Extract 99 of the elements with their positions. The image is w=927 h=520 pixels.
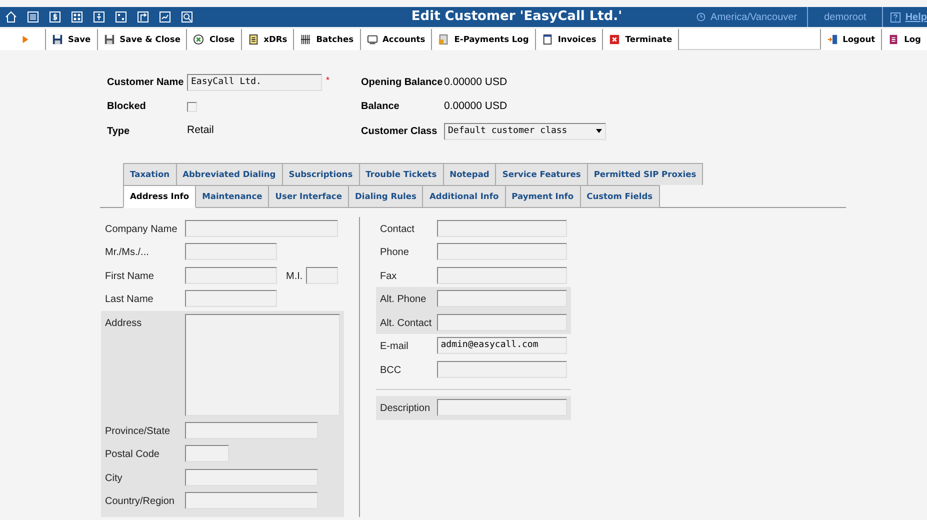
input-field[interactable]: [185, 445, 229, 462]
field-label: Company Name: [105, 222, 178, 237]
input-field[interactable]: [185, 266, 277, 284]
close-icon: [193, 34, 204, 45]
dollar-icon[interactable]: [49, 11, 61, 23]
tab[interactable]: Abbreviated Dialing: [176, 162, 283, 185]
tab[interactable]: Service Features: [496, 162, 588, 185]
input-field[interactable]: [185, 290, 277, 308]
tab[interactable]: Notepad: [444, 162, 496, 185]
field-label: M.I.: [286, 270, 303, 284]
field-label: BCC: [380, 364, 402, 378]
toolbar-button[interactable]: E-Payments Log: [432, 29, 536, 50]
tab[interactable]: Taxation: [123, 162, 177, 185]
input-field[interactable]: [185, 243, 277, 260]
customer-name-field[interactable]: EasyCall Ltd.: [187, 74, 322, 91]
document-icon: [248, 34, 259, 45]
tab[interactable]: Additional Info: [423, 184, 506, 208]
field-label: Country/Region: [105, 495, 176, 510]
input-field[interactable]: [185, 220, 338, 237]
field-label: Opening Balance: [361, 76, 444, 90]
field-label: First Name: [105, 270, 155, 284]
input-field[interactable]: [436, 290, 567, 308]
timezone-text: America/Vancouver: [710, 10, 798, 24]
toolbar-button[interactable]: Save: [46, 29, 98, 50]
input-field[interactable]: [185, 422, 318, 439]
toolbar-button[interactable]: xDRs: [242, 29, 294, 50]
field-label: Fax: [380, 270, 398, 284]
floppy-icon: [104, 34, 115, 45]
field-label: Mr./Ms./...: [105, 246, 150, 260]
play-icon: [20, 34, 31, 45]
toolbar-button[interactable]: Batches: [294, 29, 361, 50]
tab[interactable]: Address Info: [123, 184, 196, 208]
tab[interactable]: Trouble Tickets: [360, 162, 444, 185]
input-field[interactable]: [436, 399, 567, 416]
field-label: Last Name: [105, 293, 154, 308]
input-field[interactable]: admin@easycall.com: [436, 337, 567, 354]
batches-icon: [300, 34, 312, 45]
tab[interactable]: Permitted SIP Proxies: [588, 162, 704, 185]
window-title: Edit Customer 'EasyCall Ltd.': [410, 8, 624, 26]
chart-icon[interactable]: [159, 11, 171, 23]
toolbar-button[interactable]: Close: [187, 29, 242, 50]
invoice-icon: [542, 34, 553, 45]
field-label: Description: [380, 402, 432, 416]
field-label: Phone: [380, 246, 410, 260]
field-label: Blocked: [107, 100, 147, 114]
customer-class-dropdown[interactable]: Default customer class: [444, 122, 606, 140]
door-icon: [826, 34, 838, 45]
field-label: Address: [105, 316, 143, 331]
search-icon[interactable]: [181, 11, 193, 23]
required-mark: *: [326, 74, 330, 87]
field-value: 0.00000 USD: [444, 74, 508, 90]
toolbar-button[interactable]: [0, 29, 46, 50]
log-icon: [888, 34, 900, 45]
monitor-icon: [366, 34, 378, 45]
input-field[interactable]: [306, 266, 338, 284]
field-label: Balance: [361, 100, 400, 114]
field-label: Customer Class: [361, 124, 438, 139]
person-icon[interactable]: [93, 11, 105, 23]
payment-icon: [438, 34, 450, 45]
toolbar-button[interactable]: Accounts: [360, 29, 432, 50]
floppy-icon: [52, 34, 63, 45]
field-value: Retail: [187, 123, 215, 138]
clock-icon: [696, 12, 706, 22]
field-label: Alt. Contact: [380, 316, 433, 331]
field-label: City: [105, 472, 124, 486]
input-field[interactable]: [436, 266, 567, 284]
field-label: Alt. Phone: [380, 293, 428, 308]
toolbar-button[interactable]: Logout: [820, 29, 882, 50]
input-field[interactable]: [436, 243, 567, 260]
field-label: E-mail: [380, 340, 410, 354]
field-label: Province/State: [105, 424, 172, 439]
input-field[interactable]: [185, 492, 318, 510]
field-label: Type: [107, 124, 131, 139]
help-link[interactable]: Help: [883, 10, 927, 24]
tab[interactable]: Subscriptions: [282, 162, 360, 185]
home-icon[interactable]: [5, 11, 17, 23]
tab[interactable]: Custom Fields: [580, 184, 660, 208]
input-field[interactable]: [436, 220, 567, 237]
field-label: Contact: [380, 222, 416, 237]
user-name[interactable]: demoroot: [824, 10, 866, 24]
tab[interactable]: User Interface: [269, 184, 349, 208]
input-field[interactable]: [185, 468, 318, 486]
toolbar-button[interactable]: Save & Close: [98, 29, 188, 50]
terminate-icon: [609, 34, 620, 45]
tab[interactable]: Dialing Rules: [348, 184, 424, 208]
list-icon[interactable]: [27, 11, 39, 23]
nodes-icon[interactable]: [115, 11, 127, 23]
toolbar-button[interactable]: Invoices: [536, 29, 604, 50]
help-icon: [890, 12, 902, 22]
toolbar-button[interactable]: Terminate: [603, 29, 680, 50]
input-field[interactable]: [436, 314, 567, 331]
tab[interactable]: Maintenance: [196, 184, 270, 208]
field-label: Customer Name: [107, 76, 185, 90]
field-value: 0.00000 USD: [444, 99, 508, 114]
field-label: Postal Code: [105, 448, 160, 462]
blocked-checkbox[interactable]: [187, 102, 197, 112]
input-field[interactable]: [436, 360, 567, 378]
tab[interactable]: Payment Info: [506, 184, 581, 208]
grid-icon[interactable]: [71, 11, 83, 23]
